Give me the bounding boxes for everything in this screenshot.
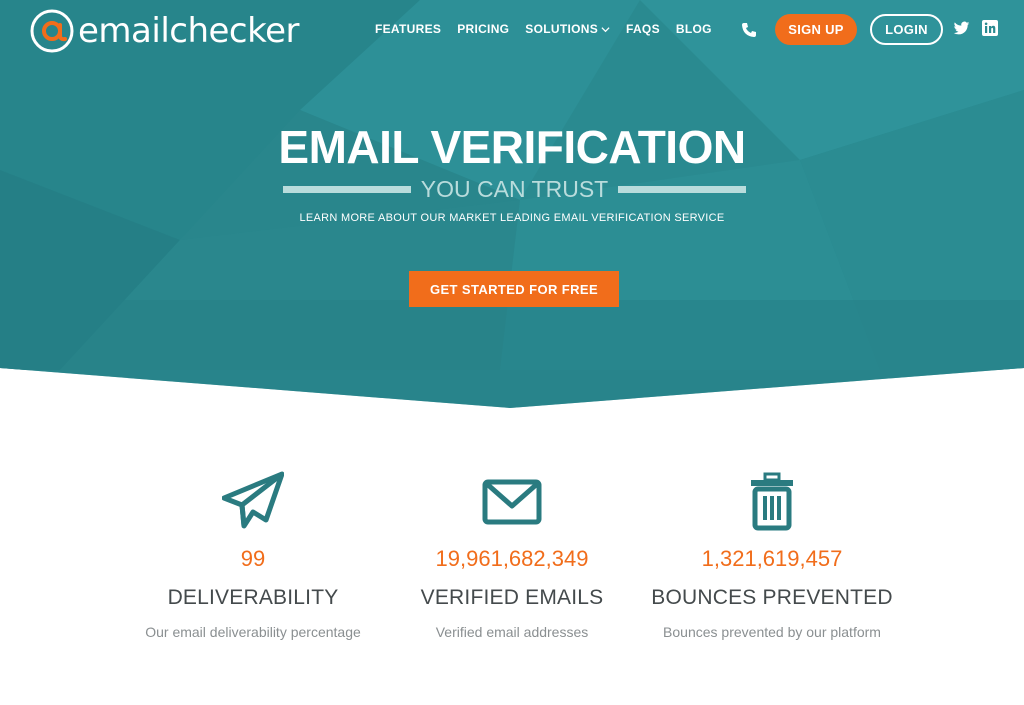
stat-description: Bounces prevented by our platform <box>663 624 881 640</box>
stats-section: 99 DELIVERABILITY Our email deliverabili… <box>0 470 1024 670</box>
menu-item-label: SOLUTIONS <box>525 22 598 36</box>
menu-item-pricing[interactable]: PRICING <box>457 22 509 36</box>
menu-item-solutions[interactable]: SOLUTIONS <box>525 22 610 36</box>
trash-icon <box>751 472 793 531</box>
divider-line <box>283 185 411 193</box>
hero-section <box>0 0 1024 408</box>
envelope-icon <box>482 479 542 525</box>
at-sign-logo-icon <box>30 9 74 53</box>
divider-line <box>618 185 746 193</box>
stat-verified-emails: 19,961,682,349 VERIFIED EMAILS Verified … <box>362 470 662 640</box>
hero-background-pattern <box>0 0 1024 408</box>
menu-item-label: PRICING <box>457 22 510 36</box>
brand-logo[interactable]: emailchecker <box>28 6 300 56</box>
stat-title: DELIVERABILITY <box>167 586 339 609</box>
stat-title: BOUNCES PREVENTED <box>651 586 893 609</box>
menu-item-label: FEATURES <box>375 22 442 36</box>
menu-item-label: BLOG <box>675 22 712 36</box>
phone-icon[interactable] <box>741 22 757 38</box>
menu-item-blog[interactable]: BLOG <box>676 22 712 36</box>
stat-description: Our email deliverability percentage <box>145 624 361 640</box>
login-button[interactable]: LOGIN <box>870 14 943 45</box>
sign-up-button[interactable]: SIGN UP <box>775 14 857 45</box>
paper-plane-icon <box>222 471 284 529</box>
menu-item-faqs[interactable]: FAQS <box>626 22 660 36</box>
brand-name: emailchecker <box>78 11 300 51</box>
stat-title: VERIFIED EMAILS <box>420 586 604 609</box>
stat-value: 1,321,619,457 <box>701 546 843 571</box>
menu-item-label: FAQS <box>626 22 660 36</box>
main-menu: FEATURES PRICING SOLUTIONS FAQS BLOG <box>375 22 728 36</box>
stat-value: 19,961,682,349 <box>435 546 589 571</box>
stat-value: 99 <box>240 546 266 571</box>
top-navigation: emailchecker FEATURES PRICING SOLUTIONS … <box>0 0 1024 60</box>
hero-headline: EMAIL VERIFICATION <box>278 121 746 173</box>
stat-bounces-prevented: 1,321,619,457 BOUNCES PREVENTED Bounces … <box>622 470 922 640</box>
hero-subheadline-row: YOU CAN TRUST <box>283 174 746 204</box>
twitter-icon[interactable] <box>953 20 970 37</box>
stat-description: Verified email addresses <box>435 624 589 640</box>
hero-tagline: LEARN MORE ABOUT OUR MARKET LEADING EMAI… <box>299 212 725 224</box>
chevron-down-icon <box>601 26 610 32</box>
stat-deliverability: 99 DELIVERABILITY Our email deliverabili… <box>103 470 403 640</box>
hero-subheadline: YOU CAN TRUST <box>420 175 609 202</box>
linkedin-icon[interactable] <box>982 20 998 36</box>
menu-item-features[interactable]: FEATURES <box>375 22 441 36</box>
get-started-button[interactable]: GET STARTED FOR FREE <box>409 271 619 307</box>
